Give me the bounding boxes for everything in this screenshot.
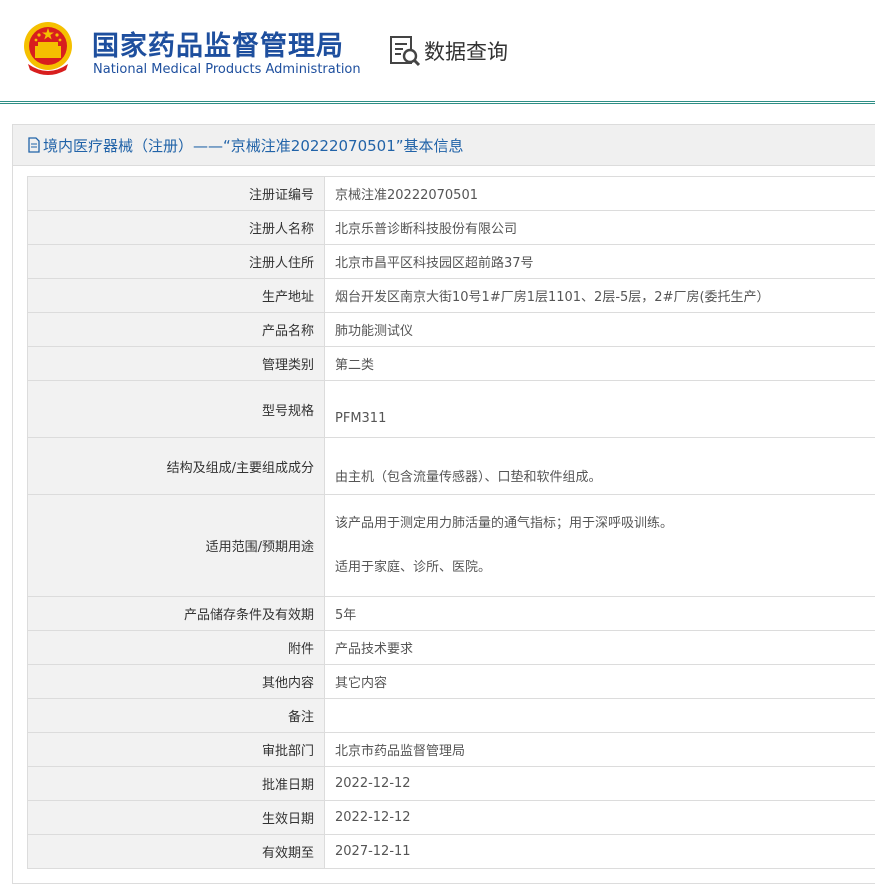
model-value: PFM311	[335, 393, 866, 426]
field-value: 2022-12-12	[325, 767, 875, 801]
table-row: 管理类别 第二类	[28, 347, 875, 381]
field-label: 型号规格	[28, 381, 325, 438]
table-row: 注册人住所 北京市昌平区科技园区超前路37号	[28, 245, 875, 279]
field-value: 北京市昌平区科技园区超前路37号	[325, 245, 875, 279]
table-row: 产品名称 肺功能测试仪	[28, 313, 875, 347]
field-value	[325, 699, 875, 733]
field-value: 北京市药品监督管理局	[325, 733, 875, 767]
field-label: 备注	[28, 699, 325, 733]
field-label: 附件	[28, 631, 325, 665]
field-value: 产品技术要求	[325, 631, 875, 665]
device-info-table: 注册证编号 京械注准20222070501 注册人名称 北京乐普诊断科技股份有限…	[27, 176, 875, 869]
field-label: 注册证编号	[28, 177, 325, 211]
field-label: 生产地址	[28, 279, 325, 313]
table-row: 审批部门 北京市药品监督管理局	[28, 733, 875, 767]
field-label: 产品名称	[28, 313, 325, 347]
panel-title-text: 境内医疗器械（注册）——“京械注准20222070501”基本信息	[43, 135, 464, 156]
document-icon	[27, 137, 41, 153]
national-emblem-icon[interactable]	[22, 20, 74, 76]
structure-value: 由主机（包含流量传感器）、口垫和软件组成。	[335, 448, 866, 485]
field-label: 其他内容	[28, 665, 325, 699]
table-row: 生产地址 烟台开发区南京大街10号1#厂房1层1101、2层-5层，2#厂房(委…	[28, 279, 875, 313]
field-value: 京械注准20222070501	[325, 177, 875, 211]
field-label: 有效期至	[28, 835, 325, 869]
info-panel: 境内医疗器械（注册）——“京械注准20222070501”基本信息 注册证编号 …	[12, 124, 875, 884]
field-label: 产品储存条件及有效期	[28, 597, 325, 631]
field-value: 烟台开发区南京大街10号1#厂房1层1101、2层-5层，2#厂房(委托生产）	[325, 279, 875, 313]
table-row: 有效期至 2027-12-11	[28, 835, 875, 869]
table-row: 注册人名称 北京乐普诊断科技股份有限公司	[28, 211, 875, 245]
table-row: 适用范围/预期用途 该产品用于测定用力肺活量的通气指标；用于深呼吸训练。 适用于…	[28, 495, 875, 597]
table-row: 结构及组成/主要组成成分 由主机（包含流量传感器）、口垫和软件组成。	[28, 438, 875, 495]
field-value: PFM311	[325, 381, 875, 438]
field-label: 结构及组成/主要组成成分	[28, 438, 325, 495]
field-value: 5年	[325, 597, 875, 631]
table-row: 生效日期 2022-12-12	[28, 801, 875, 835]
panel-title: 境内医疗器械（注册）——“京械注准20222070501”基本信息	[13, 125, 875, 166]
table-row: 备注	[28, 699, 875, 733]
org-name-en[interactable]: National Medical Products Administration	[93, 62, 361, 77]
site-header: 国家药品监督管理局 National Medical Products Admi…	[0, 0, 875, 104]
table-row: 批准日期 2022-12-12	[28, 767, 875, 801]
field-label: 注册人名称	[28, 211, 325, 245]
data-query-icon	[388, 34, 422, 68]
field-value: 2027-12-11	[325, 835, 875, 869]
field-value: 第二类	[325, 347, 875, 381]
field-value: 北京乐普诊断科技股份有限公司	[325, 211, 875, 245]
field-value: 2022-12-12	[325, 801, 875, 835]
data-query-link[interactable]: 数据查询	[388, 34, 508, 68]
field-label: 管理类别	[28, 347, 325, 381]
field-value: 其它内容	[325, 665, 875, 699]
field-value: 由主机（包含流量传感器）、口垫和软件组成。	[325, 438, 875, 495]
field-label: 生效日期	[28, 801, 325, 835]
intended-use-line-2: 适用于家庭、诊所、医院。	[335, 557, 866, 579]
table-row: 型号规格 PFM311	[28, 381, 875, 438]
field-label: 注册人住所	[28, 245, 325, 279]
data-query-label: 数据查询	[424, 36, 508, 66]
field-label: 适用范围/预期用途	[28, 495, 325, 597]
field-label: 批准日期	[28, 767, 325, 801]
table-row: 产品储存条件及有效期 5年	[28, 597, 875, 631]
field-value: 该产品用于测定用力肺活量的通气指标；用于深呼吸训练。 适用于家庭、诊所、医院。	[325, 495, 875, 597]
intended-use-line-1: 该产品用于测定用力肺活量的通气指标；用于深呼吸训练。	[335, 513, 866, 535]
table-row: 附件 产品技术要求	[28, 631, 875, 665]
field-value: 肺功能测试仪	[325, 313, 875, 347]
org-name-cn[interactable]: 国家药品监督管理局	[92, 24, 344, 63]
field-label: 审批部门	[28, 733, 325, 767]
table-row: 注册证编号 京械注准20222070501	[28, 177, 875, 211]
table-row: 其他内容 其它内容	[28, 665, 875, 699]
